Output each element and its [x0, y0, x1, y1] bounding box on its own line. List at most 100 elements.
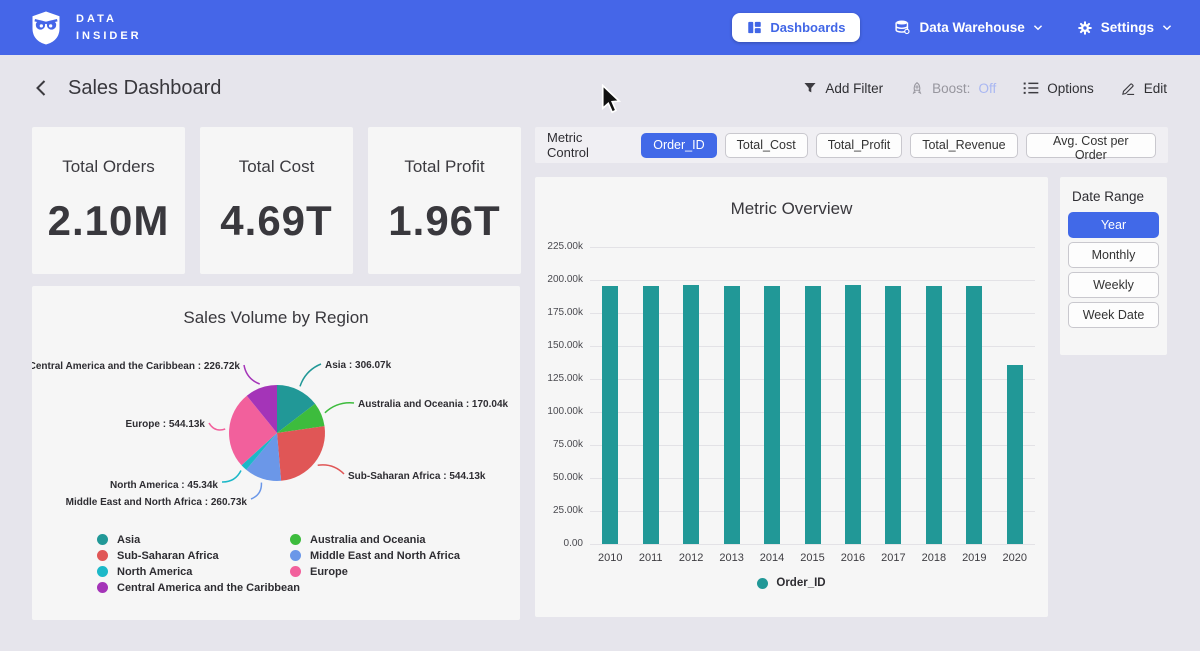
bar-2014[interactable] [764, 286, 780, 544]
legend-label-order-id: Order_ID [776, 577, 825, 589]
legend-label: Europe [310, 566, 348, 578]
legend-label: Asia [117, 534, 140, 546]
pie-label-central-america-and-the-caribbean: Central America and the Caribbean : 226.… [32, 361, 240, 372]
top-navbar: DATA INSIDER Dashboards Data Warehouse [0, 0, 1200, 55]
legend-dot [290, 566, 301, 577]
gridline [590, 247, 1035, 248]
legend-label: Sub-Saharan Africa [117, 550, 219, 562]
bar-2010[interactable] [602, 286, 618, 544]
kpi-label: Total Orders [62, 157, 155, 177]
database-icon [894, 19, 911, 36]
pie-legend-item-central-america-and-the-caribbean[interactable]: Central America and the Caribbean [97, 582, 300, 593]
settings-label: Settings [1101, 20, 1154, 35]
x-tick-label-2012: 2012 [671, 552, 711, 564]
date-range-button-year[interactable]: Year [1068, 212, 1159, 238]
bar-chart-plot-area: 225.00k200.00k175.00k150.00k125.00k100.0… [590, 247, 1035, 544]
pie-legend-left-column: Asia Sub-Saharan Africa North America Centr… [97, 534, 300, 593]
legend-dot [290, 550, 301, 561]
date-range-button-week-date[interactable]: Week Date [1068, 302, 1159, 328]
legend-dot [97, 550, 108, 561]
pie-legend-item-middle-east-and-north-africa[interactable]: Middle East and North Africa [290, 550, 460, 561]
y-tick-label: 25.00k [533, 505, 583, 516]
options-button[interactable]: Options [1023, 81, 1094, 96]
y-tick-label: 175.00k [533, 307, 583, 318]
pie-chart: Asia : 306.07k Australia and Oceania : 17… [32, 326, 520, 566]
add-filter-button[interactable]: Add Filter [803, 81, 883, 96]
legend-dot [757, 578, 768, 589]
date-range-button-weekly[interactable]: Weekly [1068, 272, 1159, 298]
pie-leader-line [325, 403, 354, 413]
x-tick-label-2010: 2010 [590, 552, 630, 564]
pie-label-middle-east-and-north-africa: Middle East and North Africa : 260.73k [66, 497, 248, 508]
pie-leader-line [300, 364, 321, 386]
metric-button-avg-cost-per-order[interactable]: Avg. Cost per Order [1026, 133, 1156, 158]
dashboards-button[interactable]: Dashboards [732, 13, 860, 42]
x-tick-label-2016: 2016 [833, 552, 873, 564]
chevron-down-icon [1162, 24, 1172, 31]
pie-legend-item-australia-and-oceania[interactable]: Australia and Oceania [290, 534, 460, 545]
gridline [590, 280, 1035, 281]
bar-2013[interactable] [724, 286, 740, 544]
x-tick-label-2011: 2011 [630, 552, 670, 564]
gridline [590, 544, 1035, 545]
date-range-button-monthly[interactable]: Monthly [1068, 242, 1159, 268]
x-tick-label-2019: 2019 [954, 552, 994, 564]
back-button[interactable] [33, 79, 48, 97]
kpi-value: 2.10M [48, 197, 170, 245]
legend-label: Central America and the Caribbean [117, 582, 300, 594]
kpi-value: 4.69T [220, 197, 332, 245]
bar-2011[interactable] [643, 286, 659, 544]
bar-2020[interactable] [1007, 365, 1023, 544]
legend-dot [97, 582, 108, 593]
dashboard-grid-icon [747, 20, 762, 35]
bar-2018[interactable] [926, 286, 942, 544]
kpi-card-total-cost: Total Cost 4.69T [200, 127, 353, 274]
boost-toggle[interactable]: Boost: Off [910, 81, 996, 96]
y-tick-label: 50.00k [533, 472, 583, 483]
kpi-card-total-orders: Total Orders 2.10M [32, 127, 185, 274]
metric-button-total-cost[interactable]: Total_Cost [725, 133, 808, 158]
metric-button-total-revenue[interactable]: Total_Revenue [910, 133, 1017, 158]
pie-legend-item-sub-saharan-africa[interactable]: Sub-Saharan Africa [97, 550, 300, 561]
y-tick-label: 100.00k [533, 406, 583, 417]
rocket-icon [910, 81, 924, 96]
data-warehouse-menu[interactable]: Data Warehouse [894, 19, 1042, 36]
pie-leader-line [209, 423, 225, 430]
bar-chart-legend[interactable]: Order_ID [535, 577, 1048, 589]
kpi-label: Total Cost [239, 157, 315, 177]
bar-chart-title: Metric Overview [535, 199, 1048, 219]
chevron-down-icon [1033, 24, 1043, 31]
legend-label: North America [117, 566, 192, 578]
bar-2019[interactable] [966, 286, 982, 544]
edit-button[interactable]: Edit [1121, 81, 1167, 96]
metric-button-total-profit[interactable]: Total_Profit [816, 133, 903, 158]
options-list-icon [1023, 81, 1039, 95]
bar-2016[interactable] [845, 285, 861, 544]
data-warehouse-label: Data Warehouse [919, 20, 1024, 35]
settings-menu[interactable]: Settings [1077, 20, 1172, 36]
y-tick-label: 75.00k [533, 439, 583, 450]
kpi-card-total-profit: Total Profit 1.96T [368, 127, 521, 274]
y-tick-label: 200.00k [533, 274, 583, 285]
legend-dot [290, 534, 301, 545]
pie-legend-item-asia[interactable]: Asia [97, 534, 300, 545]
add-filter-label: Add Filter [825, 81, 883, 96]
x-tick-label-2020: 2020 [995, 552, 1035, 564]
metric-control-strip: Metric Control Order_IDTotal_CostTotal_P… [535, 127, 1168, 163]
dashboards-label: Dashboards [770, 20, 845, 35]
legend-label: Middle East and North Africa [310, 550, 460, 562]
pie-label-asia: Asia : 306.07k [325, 360, 392, 371]
pie-legend-item-europe[interactable]: Europe [290, 566, 460, 577]
bar-2017[interactable] [885, 286, 901, 544]
kpi-label: Total Profit [404, 157, 484, 177]
x-tick-label-2017: 2017 [873, 552, 913, 564]
legend-dot [97, 566, 108, 577]
pie-label-australia-and-oceania: Australia and Oceania : 170.04k [358, 399, 509, 410]
bar-2012[interactable] [683, 285, 699, 544]
metric-button-order-id[interactable]: Order_ID [641, 133, 716, 158]
pie-legend-item-north-america[interactable]: North America [97, 566, 300, 577]
bar-2015[interactable] [805, 286, 821, 544]
pie-slice-sub-saharan-africa[interactable] [277, 426, 325, 481]
pie-chart-title: Sales Volume by Region [32, 308, 520, 328]
boost-label: Boost: [932, 81, 970, 96]
